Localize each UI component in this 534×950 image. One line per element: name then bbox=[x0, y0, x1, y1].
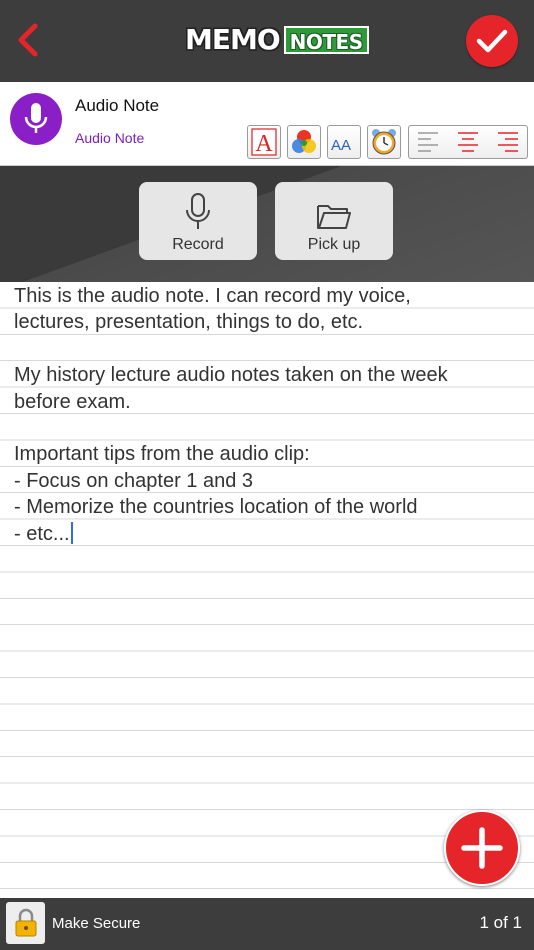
note-line: My history lecture audio notes taken on … bbox=[14, 364, 448, 387]
color-palette-button[interactable] bbox=[287, 125, 321, 159]
align-right-button[interactable] bbox=[488, 126, 527, 158]
note-line: lectures, presentation, things to do, et… bbox=[14, 311, 364, 334]
font-color-icon: A bbox=[251, 128, 277, 157]
note-title[interactable]: Audio Note bbox=[75, 96, 159, 116]
note-line: Important tips from the audio clip: bbox=[14, 443, 310, 466]
recorder-panel: Record Pick up bbox=[0, 166, 534, 282]
align-left-button[interactable] bbox=[409, 126, 448, 158]
app-logo: MEMO NOTES bbox=[185, 24, 369, 56]
page-indicator: 1 of 1 bbox=[479, 913, 522, 932]
note-line: before exam. bbox=[14, 390, 131, 413]
back-chevron-icon bbox=[18, 23, 38, 57]
microphone-icon bbox=[24, 103, 48, 133]
alignment-group bbox=[408, 125, 528, 159]
bottom-bar: Make Secure 1 of 1 bbox=[0, 898, 534, 950]
save-button[interactable] bbox=[466, 15, 518, 67]
record-button[interactable]: Record bbox=[139, 182, 257, 260]
lock-icon bbox=[15, 908, 36, 937]
note-category[interactable]: Audio Note bbox=[75, 130, 144, 146]
align-left-icon bbox=[417, 132, 438, 152]
align-center-icon bbox=[457, 132, 478, 152]
font-size-icon: AA bbox=[331, 137, 351, 154]
logo-notes-text: NOTES bbox=[283, 26, 369, 54]
align-right-icon bbox=[498, 132, 519, 152]
reminder-button[interactable] bbox=[367, 125, 401, 159]
microphone-icon bbox=[186, 193, 210, 229]
folder-icon bbox=[317, 205, 351, 229]
note-line: - Focus on chapter 1 and 3 bbox=[14, 469, 254, 492]
pickup-button[interactable]: Pick up bbox=[275, 182, 393, 260]
top-bar: MEMO NOTES bbox=[0, 0, 534, 82]
palette-icon bbox=[292, 130, 316, 153]
make-secure-label[interactable]: Make Secure bbox=[52, 915, 140, 932]
add-button[interactable] bbox=[444, 810, 520, 886]
note-line-text: - etc... bbox=[14, 522, 70, 545]
note-line: - Memorize the countries location of the… bbox=[14, 496, 418, 519]
note-header: Audio Note Audio Note A AA bbox=[0, 82, 534, 166]
plus-icon bbox=[461, 827, 503, 869]
font-size-button[interactable]: AA bbox=[327, 125, 361, 159]
checkmark-icon bbox=[476, 29, 508, 53]
note-line: This is the audio note. I can record my … bbox=[14, 285, 411, 307]
svg-text:AA: AA bbox=[331, 137, 351, 154]
text-cursor bbox=[70, 521, 73, 544]
font-color-button[interactable]: A bbox=[247, 125, 281, 159]
recorder-background bbox=[0, 166, 534, 282]
note-body-editor[interactable]: This is the audio note. I can record my … bbox=[0, 282, 534, 898]
alarm-clock-icon bbox=[372, 129, 396, 155]
align-center-button[interactable] bbox=[448, 126, 487, 158]
logo-memo-text: MEMO bbox=[185, 23, 281, 56]
svg-text:A: A bbox=[255, 131, 273, 157]
pickup-label: Pick up bbox=[307, 236, 361, 253]
record-label: Record bbox=[172, 236, 224, 253]
note-line-last: - etc... bbox=[14, 521, 73, 547]
back-button[interactable] bbox=[8, 16, 48, 64]
make-secure-button[interactable] bbox=[6, 902, 45, 944]
note-type-avatar bbox=[10, 93, 62, 145]
